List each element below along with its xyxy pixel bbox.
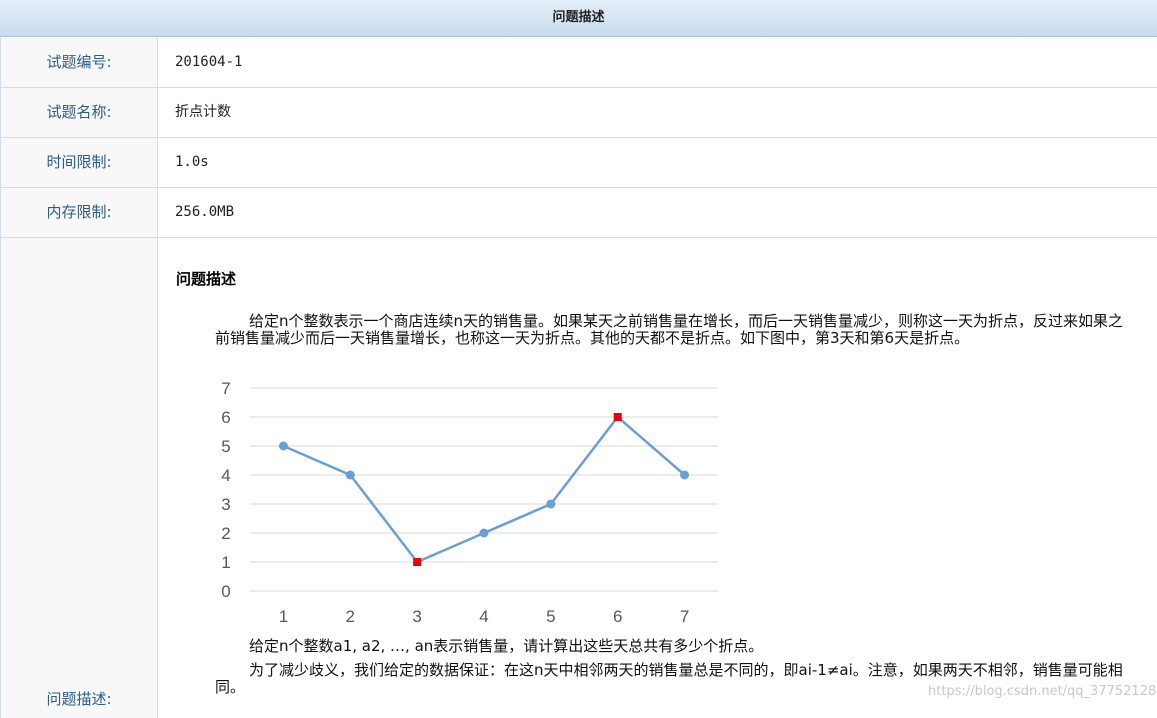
data-point-marker (479, 528, 489, 538)
label-problem-id: 试题编号: (0, 37, 158, 87)
info-row-memory: 内存限制: 256.0MB (0, 188, 1157, 238)
data-point-marker (546, 499, 556, 509)
x-tick-label: 6 (613, 607, 622, 626)
info-row-id: 试题编号: 201604-1 (0, 37, 1157, 88)
value-problem-name: 折点计数 (175, 104, 231, 120)
turning-point-marker (413, 558, 422, 566)
description-para-2: 给定n个整数a1, a2, …, an表示销售量，请计算出这些天总共有多少个折点… (215, 638, 1135, 655)
value-problem-id: 201604-1 (175, 54, 243, 70)
y-tick-label: 7 (221, 379, 230, 398)
label-memory-limit: 内存限制: (0, 188, 158, 237)
data-point-marker (345, 470, 355, 480)
para-2-text: 给定n个整数a1, a2, …, an表示销售量，请计算出这些天总共有多少个折点… (249, 637, 764, 655)
x-tick-label: 2 (346, 607, 355, 626)
x-tick-label: 3 (412, 607, 421, 626)
x-tick-label: 4 (479, 607, 488, 626)
data-point-marker (680, 470, 690, 480)
info-row-time: 时间限制: 1.0s (0, 138, 1157, 188)
y-tick-label: 2 (221, 524, 230, 543)
y-tick-label: 4 (221, 466, 230, 485)
label-problem-name: 试题名称: (0, 88, 158, 137)
sales-chart: 0 1 2 3 4 5 6 7 1 2 3 4 5 6 7 (221, 379, 718, 626)
x-tick-label: 5 (546, 607, 555, 626)
x-tick-label: 1 (279, 607, 288, 626)
watermark: https://blog.csdn.net/qq_37752128 (928, 684, 1157, 699)
y-tick-label: 3 (221, 495, 230, 514)
data-point-marker (278, 441, 288, 451)
value-time-limit: 1.0s (175, 154, 209, 170)
y-tick-label: 1 (221, 553, 230, 572)
y-tick-label: 5 (221, 437, 230, 456)
label-time-limit: 时间限制: (0, 138, 158, 187)
info-row-name: 试题名称: 折点计数 (0, 88, 1157, 138)
sales-line (282, 415, 686, 564)
para-1-text: 给定n个整数表示一个商店连续n天的销售量。如果某天之前销售量在增长，而后一天销售… (215, 312, 1124, 347)
page-header: 问题描述 (0, 0, 1157, 37)
label-description: 问题描述: (46, 690, 112, 708)
label-description-cell: 问题描述: (0, 238, 158, 718)
y-tick-label: 0 (221, 582, 230, 601)
description-para-1: 给定n个整数表示一个商店连续n天的销售量。如果某天之前销售量在增长，而后一天销售… (215, 313, 1135, 347)
turning-point-marker (613, 413, 622, 421)
value-memory-limit: 256.0MB (175, 204, 235, 220)
x-tick-label: 7 (680, 607, 689, 626)
section-title: 问题描述 (176, 270, 237, 288)
y-tick-label: 6 (221, 408, 230, 427)
